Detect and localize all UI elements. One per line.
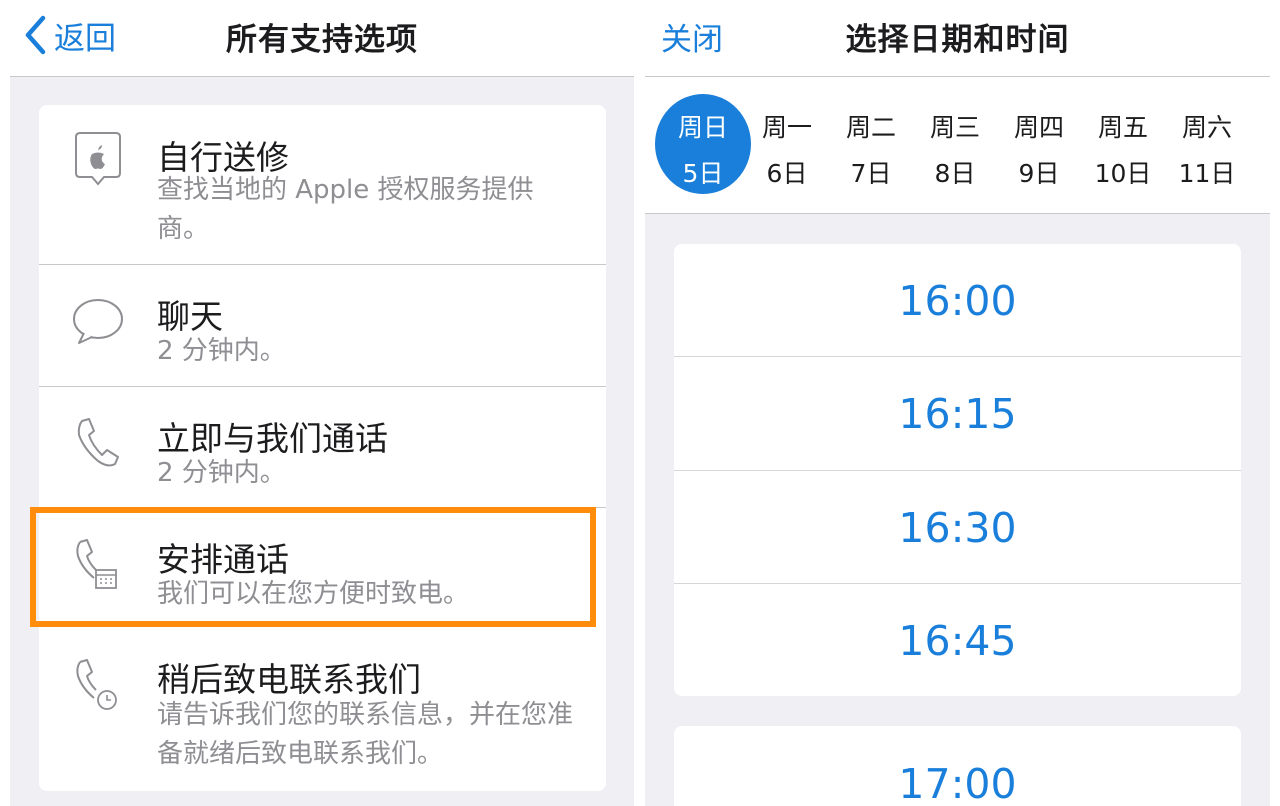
day-date: 8日: [934, 159, 976, 188]
time-slot[interactable]: 17:00: [674, 726, 1241, 806]
page-title: 所有支持选项: [226, 22, 418, 58]
day-of-week: 周四: [1013, 113, 1064, 142]
option-subtitle: 2 分钟内。: [157, 336, 286, 366]
day-of-week: 周日: [677, 113, 728, 142]
option-schedule-call[interactable]: 安排通话 我们可以在您方便时致电。: [39, 508, 606, 628]
time-slot-list: 16:00 16:15 16:30 16:45: [674, 244, 1241, 696]
day-friday[interactable]: 周五 10日: [1075, 94, 1171, 194]
option-subtitle: 查找当地的 Apple 授权服务提供商。: [157, 175, 534, 244]
day-of-week: 周二: [845, 113, 896, 142]
day-wednesday[interactable]: 周三 8日: [907, 94, 1003, 194]
time-slot[interactable]: 16:30: [674, 471, 1241, 584]
day-tuesday[interactable]: 周二 7日: [823, 94, 919, 194]
support-options-panel: 返回 所有支持选项 自行送修 查找当地的 Apple 授权服务提供商。 聊天 2…: [10, 0, 634, 806]
option-subtitle: 2 分钟内。: [157, 458, 286, 488]
phone-calendar-icon: [76, 539, 117, 589]
chat-bubble-icon: [73, 299, 123, 344]
day-date: 7日: [850, 159, 892, 188]
day-sunday[interactable]: 周日 5日: [655, 94, 751, 194]
option-call-now[interactable]: 立即与我们通话 2 分钟内。: [39, 387, 606, 507]
option-subtitle: 请告诉我们您的联系信息，并在您准备就绪后致电联系我们。: [157, 700, 574, 769]
option-title: 稍后致电联系我们: [157, 660, 421, 699]
navigation-bar: 关闭 选择日期和时间: [645, 0, 1270, 77]
day-of-week: 周三: [929, 113, 980, 142]
day-of-week: 周六: [1181, 113, 1232, 142]
date-time-picker-panel: 关闭 选择日期和时间 周日 5日 周一 6日 周二 7日 周三 8日 周四 9日…: [645, 0, 1270, 806]
apple-location-icon: [75, 132, 121, 186]
option-chat[interactable]: 聊天 2 分钟内。: [39, 265, 606, 386]
day-date: 11日: [1178, 159, 1236, 188]
day-date: 6日: [766, 159, 808, 188]
day-date: 5日: [682, 159, 724, 188]
day-date: 10日: [1094, 159, 1152, 188]
option-subtitle: 我们可以在您方便时致电。: [157, 579, 470, 609]
day-of-week: 周五: [1097, 113, 1148, 142]
day-of-week: 周一: [761, 113, 812, 142]
time-slot[interactable]: 16:15: [674, 357, 1241, 470]
phone-clock-icon: [76, 659, 117, 710]
day-saturday[interactable]: 周六 11日: [1159, 94, 1255, 194]
support-options-list: 自行送修 查找当地的 Apple 授权服务提供商。 聊天 2 分钟内。 立即与我…: [39, 105, 606, 791]
page-title: 选择日期和时间: [845, 22, 1070, 58]
time-slot[interactable]: 16:45: [674, 584, 1241, 696]
navigation-bar: 返回 所有支持选项: [10, 0, 634, 77]
phone-icon: [77, 418, 119, 467]
day-date: 9日: [1018, 159, 1060, 188]
time-slot-list: 17:00: [674, 726, 1241, 806]
date-selector: 周日 5日 周一 6日 周二 7日 周三 8日 周四 9日 周五 10日 周六 …: [645, 77, 1270, 214]
option-title: 安排通话: [157, 540, 289, 579]
day-monday[interactable]: 周一 6日: [739, 94, 835, 194]
option-title: 聊天: [157, 297, 223, 336]
option-title: 立即与我们通话: [157, 419, 388, 458]
day-thursday[interactable]: 周四 9日: [991, 94, 1087, 194]
option-call-later[interactable]: 稍后致电联系我们 请告诉我们您的联系信息，并在您准备就绪后致电联系我们。: [39, 628, 606, 791]
option-carry-in-repair[interactable]: 自行送修 查找当地的 Apple 授权服务提供商。: [39, 105, 606, 264]
time-slot[interactable]: 16:00: [674, 244, 1241, 357]
